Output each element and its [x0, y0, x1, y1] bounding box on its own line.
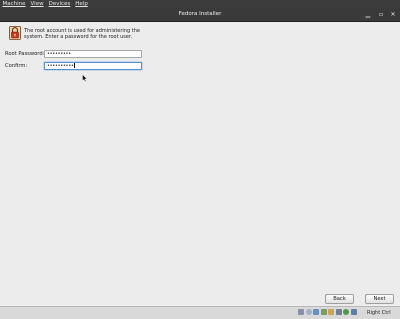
mouse-pointer-icon — [82, 74, 88, 82]
close-icon[interactable]: ✕ — [389, 11, 397, 18]
next-button[interactable]: Next — [365, 294, 394, 304]
text-caret — [73, 63, 75, 68]
minimize-icon[interactable]: ▁ — [364, 11, 372, 18]
maximize-icon[interactable]: ▫ — [377, 11, 385, 18]
host-menubar: Machine View Devices Help — [0, 0, 400, 8]
window-titlebar: Fedora Installer ▁ ▫ ✕ — [0, 8, 400, 22]
confirm-label: Confirm: — [5, 63, 28, 69]
menu-help[interactable]: Help — [73, 0, 91, 8]
menu-view[interactable]: View — [28, 0, 46, 8]
menu-machine[interactable]: Machine — [0, 0, 28, 8]
confirm-password-value: •••••••••• — [47, 63, 74, 69]
back-button[interactable]: Back — [325, 294, 354, 304]
network-icon[interactable] — [320, 309, 327, 315]
root-lock-icon — [9, 26, 21, 40]
root-password-label: Root Password: — [5, 51, 45, 57]
mouse-integration-icon[interactable] — [350, 309, 357, 315]
capture-icon[interactable] — [343, 309, 349, 315]
vm-statusbar: Right Ctrl — [0, 306, 400, 319]
installer-content: The root account is used for administeri… — [0, 22, 400, 306]
display-icon[interactable] — [335, 309, 342, 315]
window-title: Fedora Installer — [178, 11, 222, 17]
statusbar-icons — [298, 309, 357, 315]
shared-folders-icon[interactable] — [328, 309, 334, 315]
root-account-description: The root account is used for administeri… — [24, 28, 140, 40]
root-password-field[interactable]: ••••••••• — [44, 50, 142, 58]
confirm-password-field[interactable]: •••••••••• — [44, 62, 142, 70]
hard-disk-icon[interactable] — [298, 309, 304, 315]
host-key-label: Right Ctrl — [367, 310, 391, 316]
usb-icon[interactable] — [313, 309, 319, 315]
optical-drive-icon[interactable] — [305, 309, 312, 315]
menu-devices[interactable]: Devices — [46, 0, 73, 8]
